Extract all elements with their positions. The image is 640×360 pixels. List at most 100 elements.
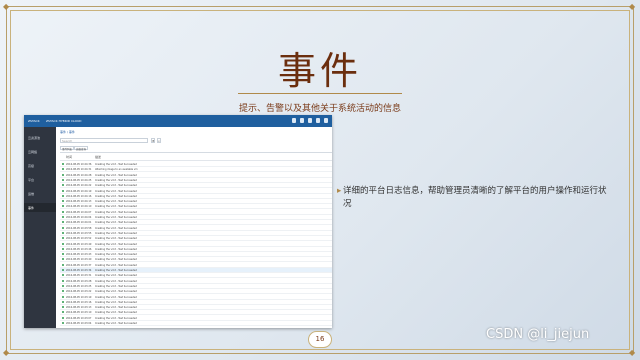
- table-row[interactable]: 2016-08-05 10:24:22 Creating the vm3 - Te…: [60, 183, 332, 189]
- event-description: Creating the vm3 - Test Succeeded: [95, 295, 137, 299]
- corner-ornament-icon: ◆: [629, 2, 636, 11]
- event-time: 2016-08-05 10:23:49: [66, 242, 92, 246]
- table-row[interactable]: 2016-08-05 10:24:31 Attaching image to an…: [60, 167, 332, 173]
- event-description: Creating the vm3 - Test Succeeded: [95, 200, 137, 204]
- success-icon: [62, 311, 64, 314]
- event-time: 2016-08-05 10:23:04: [66, 322, 92, 325]
- app-topbar: ZSTACK ZSTACK HYBRID CLOUD: [24, 115, 332, 127]
- embedded-screenshot: ZSTACK ZSTACK HYBRID CLOUD 云资源池云网络高级平台运维…: [24, 115, 332, 328]
- breadcrumb[interactable]: 事件 / 事件: [60, 130, 75, 134]
- event-time: 2016-08-05 10:24:31: [66, 168, 92, 172]
- app-title: ZSTACK HYBRID CLOUD: [46, 119, 82, 123]
- table-row[interactable]: 2016-08-05 10:24:19 Creating the vm3 - Te…: [60, 189, 332, 194]
- sidebar-item[interactable]: 高级: [24, 161, 56, 170]
- success-icon: [62, 163, 64, 165]
- table-row[interactable]: 2016-08-05 10:24:10 Creating the vm3 - Te…: [60, 204, 332, 210]
- table-row[interactable]: 2016-08-05 10:23:43 Creating the vm3 - Te…: [60, 252, 332, 258]
- success-icon: [62, 247, 64, 250]
- table-row[interactable]: 2016-08-05 10:24:07 Creating the vm3 - Te…: [60, 210, 332, 215]
- table-row[interactable]: 2016-08-05 10:23:16 Creating the vm3 - Te…: [60, 300, 332, 305]
- table-row[interactable]: 2016-08-05 10:23:40 Creating the vm3 - Te…: [60, 257, 332, 263]
- table-row[interactable]: 2016-08-05 10:24:01 Creating the vm3 - Te…: [60, 220, 332, 226]
- event-time: 2016-08-05 10:23:10: [66, 311, 92, 315]
- event-description: Creating the vm3 - Test Succeeded: [95, 237, 137, 241]
- success-icon: [62, 274, 64, 277]
- sidebar-item[interactable]: 平台: [24, 175, 56, 184]
- settings-icon[interactable]: [308, 118, 312, 123]
- table-row[interactable]: 2016-08-05 10:24:25 Creating the vm3 - Te…: [60, 178, 332, 183]
- success-icon: [62, 178, 64, 181]
- search-input[interactable]: Search: [60, 138, 148, 143]
- events-table: 时间 描述 2016-08-05 10:24:36 Creating the vm…: [60, 152, 332, 326]
- success-icon: [62, 258, 64, 261]
- watermark: CSDN @li_jiejun: [486, 327, 590, 342]
- help-icon[interactable]: [316, 118, 320, 123]
- table-row[interactable]: 2016-08-05 10:24:04 Creating the vm3 - Te…: [60, 215, 332, 220]
- user-icon[interactable]: [300, 118, 304, 123]
- table-header: 时间 描述: [60, 153, 332, 161]
- table-row[interactable]: 2016-08-05 10:23:10 Creating the vm3 - Te…: [60, 310, 332, 316]
- success-icon: [62, 210, 64, 213]
- event-description: Creating the vm3 - Test Succeeded: [95, 205, 137, 209]
- page-number: 16: [308, 331, 332, 348]
- table-row[interactable]: 2016-08-05 10:23:31 Creating the vm3 - Te…: [60, 273, 332, 279]
- sidebar-item[interactable]: 运维: [24, 189, 56, 198]
- success-icon: [62, 300, 64, 303]
- sidebar-item[interactable]: 云资源池: [24, 133, 56, 142]
- title-divider: [238, 93, 402, 94]
- table-row[interactable]: 2016-08-05 10:23:28 Creating the vm3 - Te…: [60, 279, 332, 284]
- success-icon: [62, 168, 64, 171]
- event-description: Creating the vm3 - Test Succeeded: [95, 263, 137, 267]
- search-button[interactable]: ⌕: [157, 138, 161, 143]
- event-description: Attaching image to an available vm: [95, 168, 138, 172]
- table-row[interactable]: 2016-08-05 10:23:25 Creating the vm3 - Te…: [60, 284, 332, 289]
- table-row[interactable]: 2016-08-05 10:23:22 Creating the vm3 - Te…: [60, 289, 332, 295]
- event-description: Creating the vm3 - Test Succeeded: [95, 231, 137, 235]
- table-row[interactable]: 2016-08-05 10:23:49 Creating the vm3 - Te…: [60, 242, 332, 247]
- table-row[interactable]: 2016-08-05 10:23:52 Creating the vm3 - Te…: [60, 236, 332, 242]
- column-header-description[interactable]: 描述: [95, 155, 101, 159]
- success-icon: [62, 284, 64, 287]
- table-row[interactable]: 2016-08-05 10:23:19 Creating the vm3 - Te…: [60, 295, 332, 300]
- table-row[interactable]: 2016-08-05 10:24:28 Creating the vm3 - Te…: [60, 173, 332, 178]
- event-time: 2016-08-05 10:24:04: [66, 216, 92, 219]
- event-time: 2016-08-05 10:23:13: [66, 306, 92, 310]
- event-time: 2016-08-05 10:23:19: [66, 295, 92, 299]
- success-icon: [62, 322, 64, 324]
- table-row[interactable]: 2016-08-05 10:23:58 Creating the vm3 - Te…: [60, 226, 332, 231]
- corner-ornament-icon: ◆: [629, 348, 636, 357]
- event-time: 2016-08-05 10:24:25: [66, 178, 92, 182]
- table-row[interactable]: 2016-08-05 10:23:37 Creating the vm3 - Te…: [60, 263, 332, 268]
- sidebar-item[interactable]: 云网络: [24, 147, 56, 156]
- event-time: 2016-08-05 10:24:36: [66, 163, 92, 166]
- logout-icon[interactable]: [324, 118, 328, 123]
- sidebar-item[interactable]: 事件: [24, 203, 56, 212]
- event-time: 2016-08-05 10:24:10: [66, 205, 92, 209]
- bullet-point: ▸ 详细的平台日志信息，帮助管理员清晰的了解平台的用户操作和运行状况: [337, 185, 613, 211]
- filter-tab[interactable]: 事件列表: [60, 146, 75, 151]
- success-icon: [62, 231, 64, 234]
- app-logo: ZSTACK: [28, 119, 40, 123]
- column-header-time[interactable]: 时间: [66, 155, 72, 159]
- event-description: Creating the vm3 - Test Succeeded: [95, 290, 137, 294]
- success-icon: [62, 189, 64, 192]
- corner-ornament-icon: ◆: [3, 348, 10, 357]
- event-time: 2016-08-05 10:23:25: [66, 284, 92, 288]
- table-row[interactable]: 2016-08-05 10:23:34 Creating the vm3 - Te…: [60, 268, 332, 273]
- table-row[interactable]: 2016-08-05 10:23:13 Creating the vm3 - Te…: [60, 305, 332, 311]
- filter-tab[interactable]: 高级查询: [74, 146, 89, 151]
- event-description: Creating the vm3 - Test Succeeded: [95, 216, 137, 219]
- table-row[interactable]: 2016-08-05 10:23:46 Creating the vm3 - Te…: [60, 247, 332, 252]
- event-description: Creating the vm3 - Test Succeeded: [95, 173, 137, 177]
- notification-icon[interactable]: [292, 118, 296, 123]
- table-row[interactable]: 2016-08-05 10:23:55 Creating the vm3 - Te…: [60, 231, 332, 236]
- table-row[interactable]: 2016-08-05 10:23:04 Creating the vm3 - Te…: [60, 321, 332, 326]
- event-description: Creating the vm3 - Test Succeeded: [95, 210, 137, 214]
- success-icon: [62, 279, 64, 282]
- clear-search-button[interactable]: ✕: [151, 138, 155, 143]
- table-row[interactable]: 2016-08-05 10:24:16 Creating the vm3 - Te…: [60, 194, 332, 199]
- table-row[interactable]: 2016-08-05 10:23:07 Creating the vm3 - Te…: [60, 316, 332, 321]
- table-row[interactable]: 2016-08-05 10:24:36 Creating the vm3 - Te…: [60, 162, 332, 167]
- event-time: 2016-08-05 10:23:28: [66, 279, 92, 283]
- table-row[interactable]: 2016-08-05 10:24:13 Creating the vm3 - Te…: [60, 199, 332, 205]
